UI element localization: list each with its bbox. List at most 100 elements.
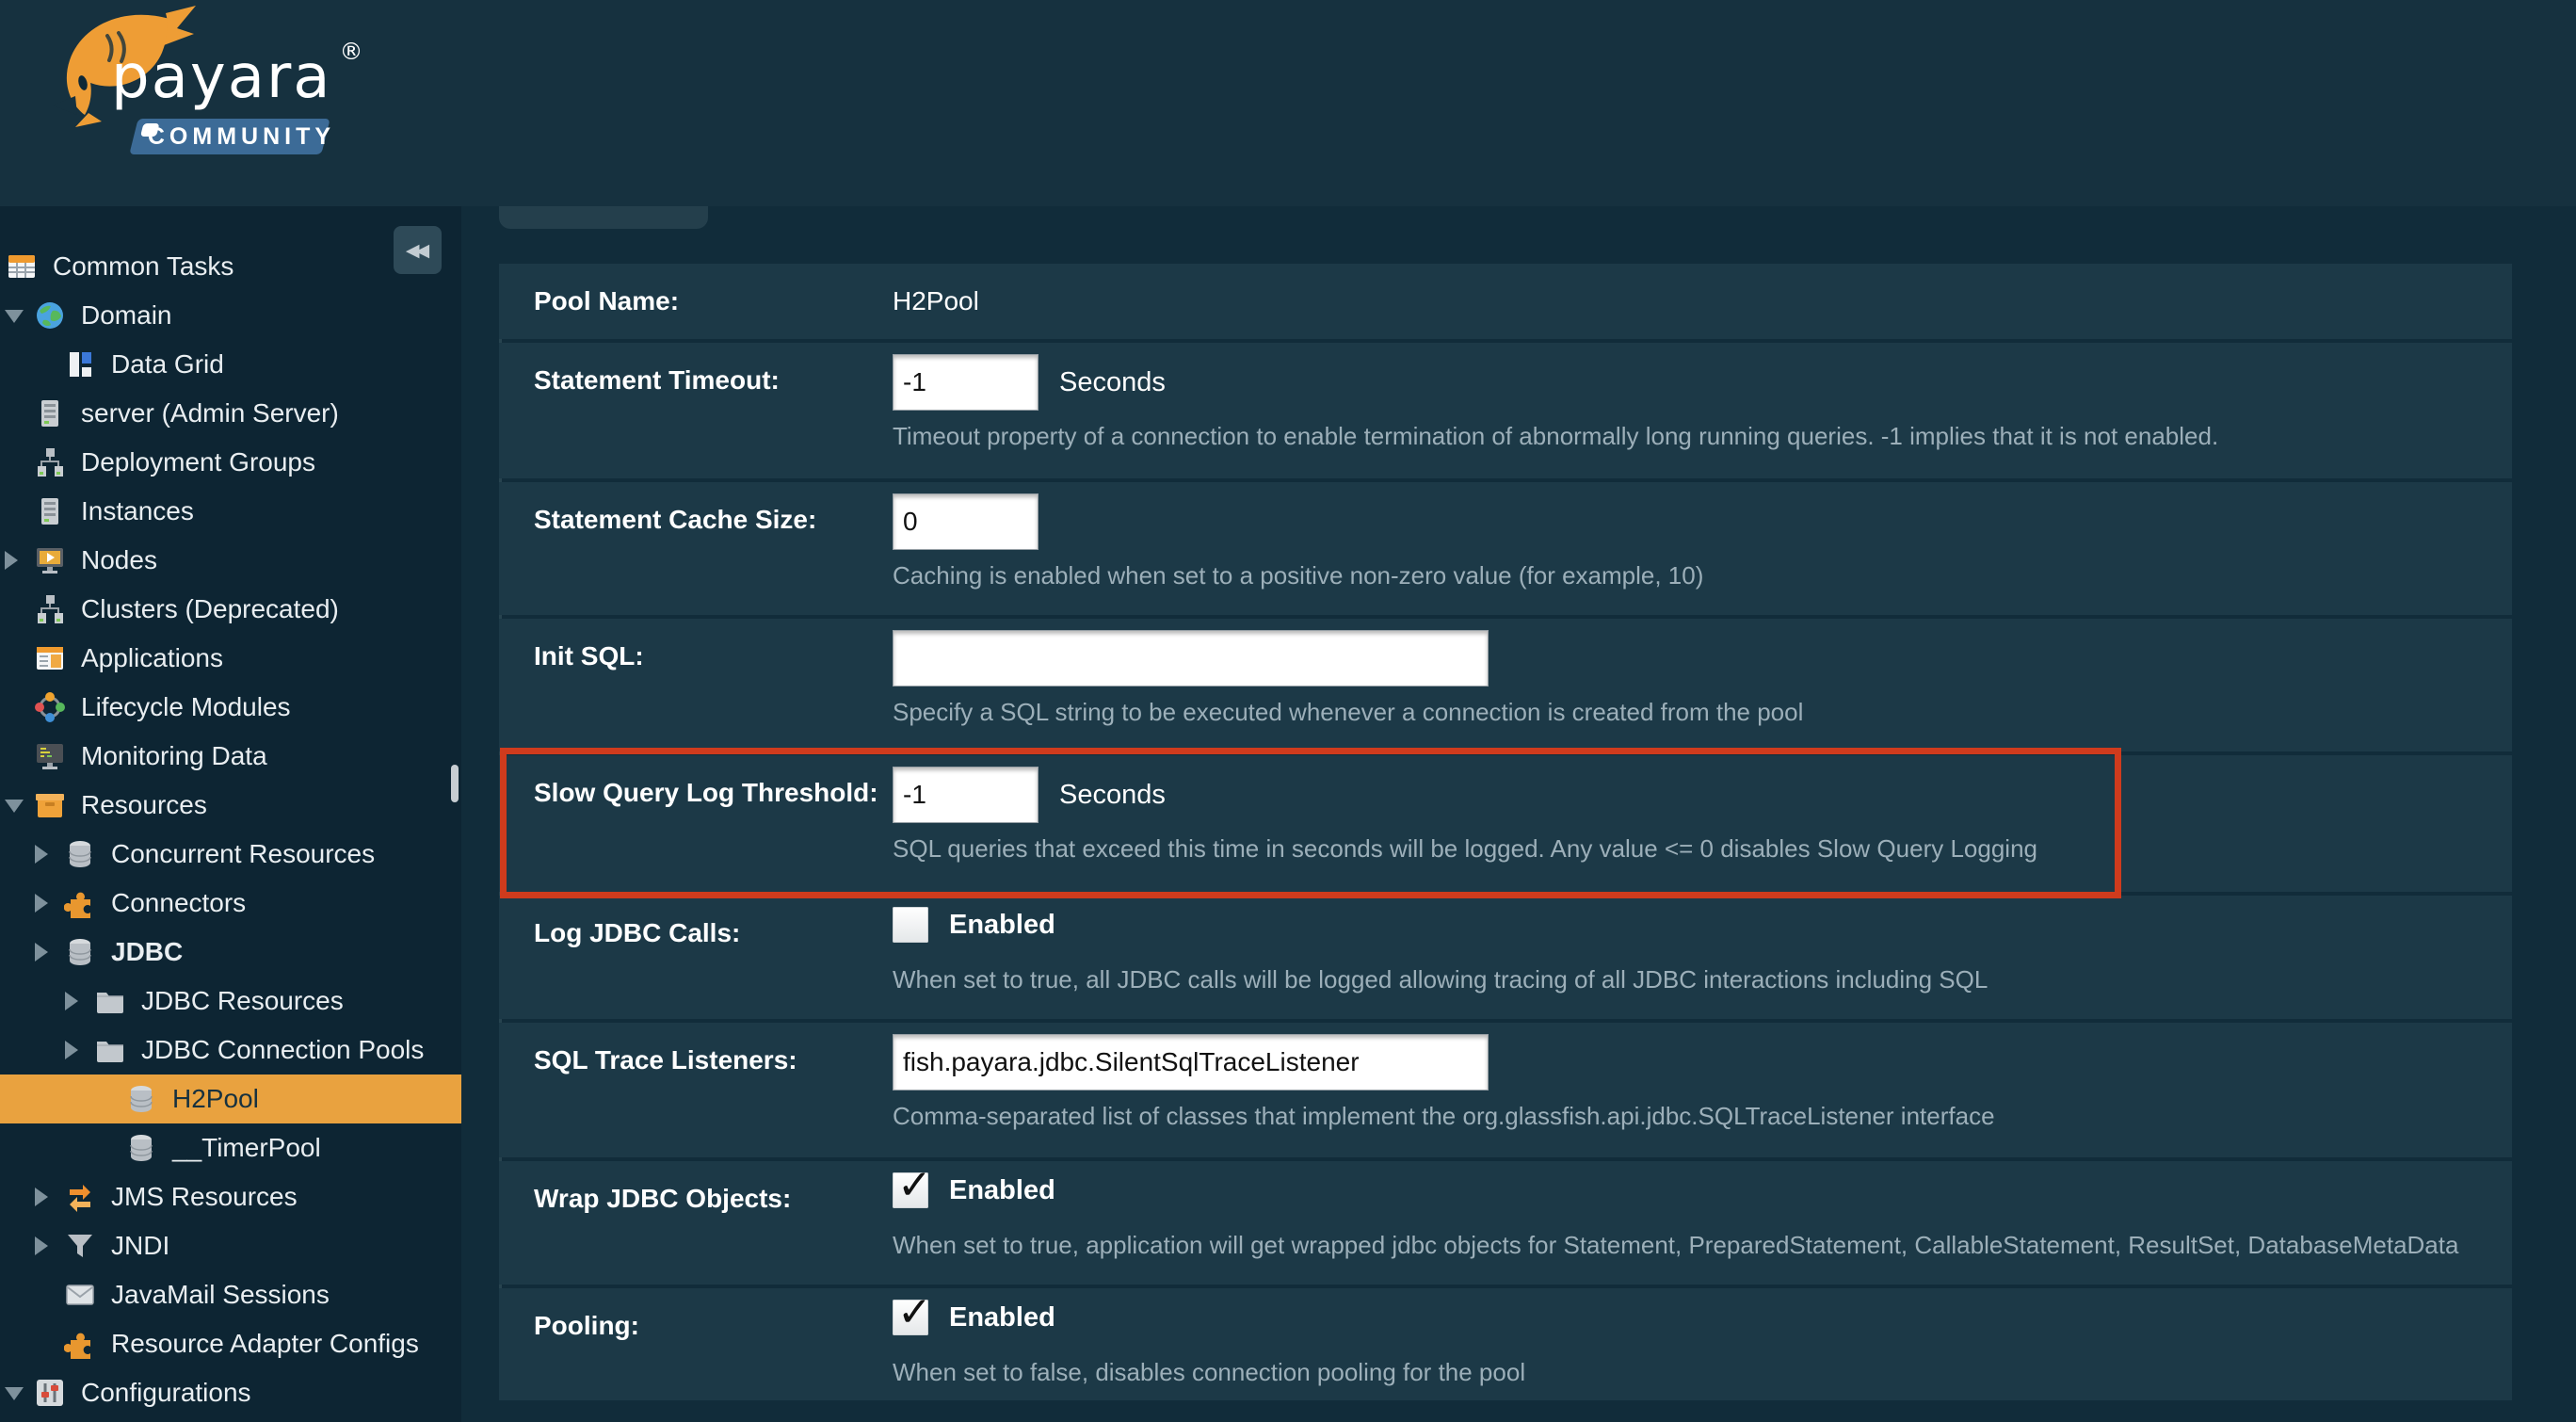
unit-label: Seconds	[1059, 780, 1166, 811]
content-area: Pool Name: H2Pool Statement Timeout:Second…	[461, 206, 2576, 1422]
folder-icon	[94, 985, 126, 1017]
tree-item-jdbc[interactable]: JDBC	[0, 928, 461, 977]
field-label: Init SQL:	[534, 641, 644, 671]
tree-item-label: Applications	[81, 643, 223, 673]
form-row-sql-trace-listeners: SQL Trace Listeners: Comma-separated list…	[499, 1023, 2512, 1157]
tree-item-domain[interactable]: Domain	[0, 291, 461, 340]
tree-item-label: H2Pool	[172, 1084, 259, 1114]
tree-item-configurations[interactable]: Configurations	[0, 1368, 461, 1417]
checkbox-checked[interactable]: ✓	[893, 1172, 928, 1208]
data-grid-icon	[64, 348, 96, 380]
tree-item-lifecycle-modules[interactable]: Lifecycle Modules	[0, 683, 461, 732]
database-icon	[64, 936, 96, 968]
field-label: Statement Cache Size:	[534, 505, 816, 535]
lifecycle-icon	[34, 691, 66, 723]
form-row-statement-timeout: Statement Timeout:SecondsTimeout propert…	[499, 343, 2512, 478]
payara-wordmark: payara®	[111, 38, 364, 112]
database-icon	[125, 1132, 157, 1164]
tree-item-jdbc-connection-pools[interactable]: JDBC Connection Pools	[0, 1026, 461, 1075]
tree-item-h2pool[interactable]: H2Pool	[0, 1075, 461, 1123]
tree-item-label: JMS Resources	[111, 1182, 298, 1212]
tree-item-jdbc-resources[interactable]: JDBC Resources	[0, 977, 461, 1026]
tree-item-connectors[interactable]: Connectors	[0, 879, 461, 928]
tree-item-applications[interactable]: Applications	[0, 634, 461, 683]
tree-item-deployment-groups[interactable]: Deployment Groups	[0, 438, 461, 487]
tree-item-server-admin-server-[interactable]: server (Admin Server)	[0, 389, 461, 438]
form-row-pooling: Pooling:✓EnabledWhen set to false, disab…	[499, 1288, 2512, 1400]
tree-item-label: JDBC Connection Pools	[141, 1035, 424, 1065]
text-input[interactable]	[893, 493, 1038, 550]
text-input[interactable]	[893, 354, 1038, 411]
expander-closed-icon[interactable]	[35, 943, 48, 961]
checkmark-icon: ✓	[897, 1288, 932, 1336]
tree-item-monitoring-data[interactable]: Monitoring Data	[0, 732, 461, 781]
checkbox-label: Enabled	[949, 910, 1055, 941]
tree-item-label: Resources	[81, 790, 207, 820]
expander-closed-icon[interactable]	[65, 992, 78, 1010]
grid-table-icon	[6, 250, 38, 283]
payara-admin-console: payara® COMMUNITY ◀◀ Common TasksDomainD…	[0, 0, 2576, 1422]
payara-logo[interactable]: payara® COMMUNITY	[0, 0, 395, 206]
arrows-swap-icon	[64, 1181, 96, 1213]
tree-item-instances[interactable]: Instances	[0, 487, 461, 536]
tab-remnant[interactable]	[499, 206, 708, 229]
field-label: SQL Trace Listeners:	[534, 1045, 797, 1075]
tree-item-concurrent-resources[interactable]: Concurrent Resources	[0, 830, 461, 879]
tree-item-label: Monitoring Data	[81, 741, 267, 771]
monitor-code-icon	[34, 740, 66, 772]
field-help-text: When set to false, disables connection p…	[893, 1358, 1525, 1387]
tree-item-data-grid[interactable]: Data Grid	[0, 340, 461, 389]
expander-closed-icon[interactable]	[35, 894, 48, 913]
expander-closed-icon[interactable]	[35, 1236, 48, 1255]
expander-closed-icon[interactable]	[35, 845, 48, 864]
tree-item-clusters-deprecated-[interactable]: Clusters (Deprecated)	[0, 585, 461, 634]
tree-item-resources[interactable]: Resources	[0, 781, 461, 830]
tree-item-label: Domain	[81, 300, 171, 331]
puzzle-icon	[64, 1328, 96, 1360]
sliders-icon	[34, 1377, 66, 1409]
field-help-text: Comma-separated list of classes that imp…	[893, 1102, 1995, 1131]
database-icon	[125, 1083, 157, 1115]
tree-item-common-tasks[interactable]: Common Tasks	[0, 242, 461, 291]
tree-item-label: Nodes	[81, 545, 157, 575]
expander-open-icon[interactable]	[5, 1387, 24, 1400]
expander-open-icon[interactable]	[5, 800, 24, 813]
server-icon	[34, 397, 66, 429]
expander-closed-icon[interactable]	[65, 1041, 78, 1059]
tree-item-jms-resources[interactable]: JMS Resources	[0, 1172, 461, 1221]
tree-item-label: Common Tasks	[53, 251, 233, 282]
text-input[interactable]	[893, 1034, 1489, 1091]
tree-item-nodes[interactable]: Nodes	[0, 536, 461, 585]
field-help-text: When set to true, application will get w…	[893, 1231, 2458, 1260]
field-label: Pool Name:	[534, 286, 679, 316]
field-label: Wrap JDBC Objects:	[534, 1184, 791, 1214]
tree-item-jndi[interactable]: JNDI	[0, 1221, 461, 1270]
sidebar: ◀◀ Common TasksDomainData Gridserver (Ad…	[0, 206, 461, 1422]
tree-item-label: Concurrent Resources	[111, 839, 375, 869]
folder-icon	[94, 1034, 126, 1066]
tree-item-javamail-sessions[interactable]: JavaMail Sessions	[0, 1270, 461, 1319]
tree-item-resource-adapter-configs[interactable]: Resource Adapter Configs	[0, 1319, 461, 1368]
tree-item-label: Instances	[81, 496, 194, 526]
checkbox-unchecked[interactable]	[893, 907, 928, 943]
expander-closed-icon[interactable]	[35, 1188, 48, 1206]
pool-settings-form: Pool Name: H2Pool Statement Timeout:Second…	[499, 264, 2512, 1404]
field-value: H2Pool	[893, 286, 979, 316]
tree-item-label: Configurations	[81, 1378, 251, 1408]
network-icon	[34, 593, 66, 625]
field-help-text: SQL queries that exceed this time in sec…	[893, 834, 2037, 864]
expander-open-icon[interactable]	[5, 310, 24, 323]
text-input[interactable]	[893, 767, 1038, 823]
text-input[interactable]	[893, 630, 1489, 687]
envelope-icon	[64, 1279, 96, 1311]
form-row-wrap-jdbc-objects: Wrap JDBC Objects:✓EnabledWhen set to tr…	[499, 1161, 2512, 1285]
expander-closed-icon[interactable]	[5, 551, 18, 570]
tree-item-label: Connectors	[111, 888, 246, 918]
tree-item--timerpool[interactable]: __TimerPool	[0, 1123, 461, 1172]
tree-item-label: Clusters (Deprecated)	[81, 594, 339, 624]
tree-item-label: __TimerPool	[172, 1133, 321, 1163]
checkbox-checked[interactable]: ✓	[893, 1300, 928, 1335]
puzzle-icon	[64, 887, 96, 919]
tree-item-label: JavaMail Sessions	[111, 1280, 330, 1310]
sidebar-scrollbar-thumb[interactable]	[451, 765, 459, 802]
